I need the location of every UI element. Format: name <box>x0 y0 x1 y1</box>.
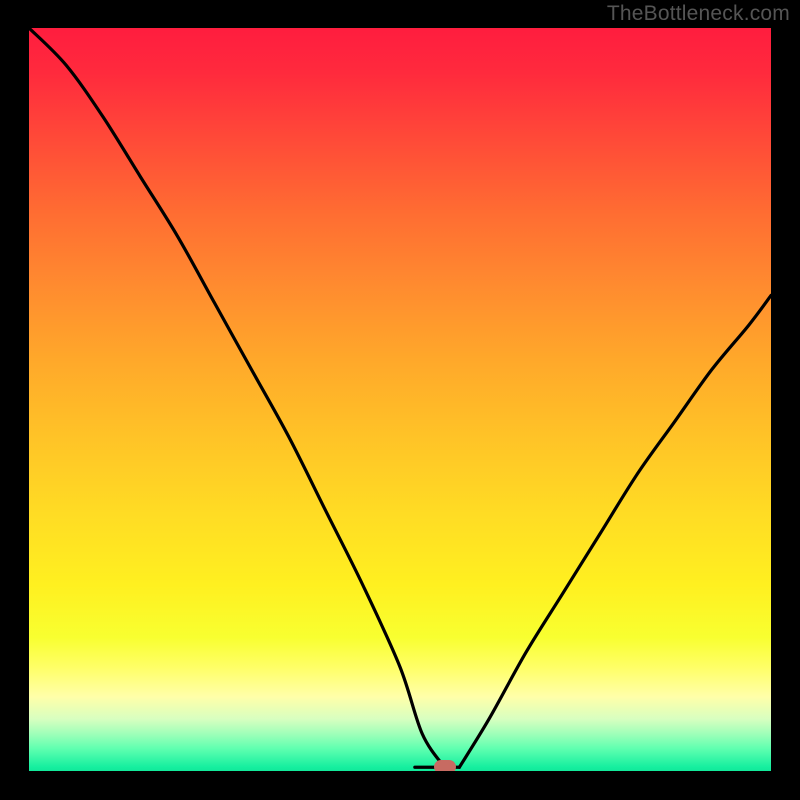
valley-marker <box>434 760 456 771</box>
plot-area <box>29 28 771 771</box>
watermark-text: TheBottleneck.com <box>607 2 790 26</box>
bottleneck-curve <box>29 28 771 771</box>
chart-frame: TheBottleneck.com <box>0 0 800 800</box>
